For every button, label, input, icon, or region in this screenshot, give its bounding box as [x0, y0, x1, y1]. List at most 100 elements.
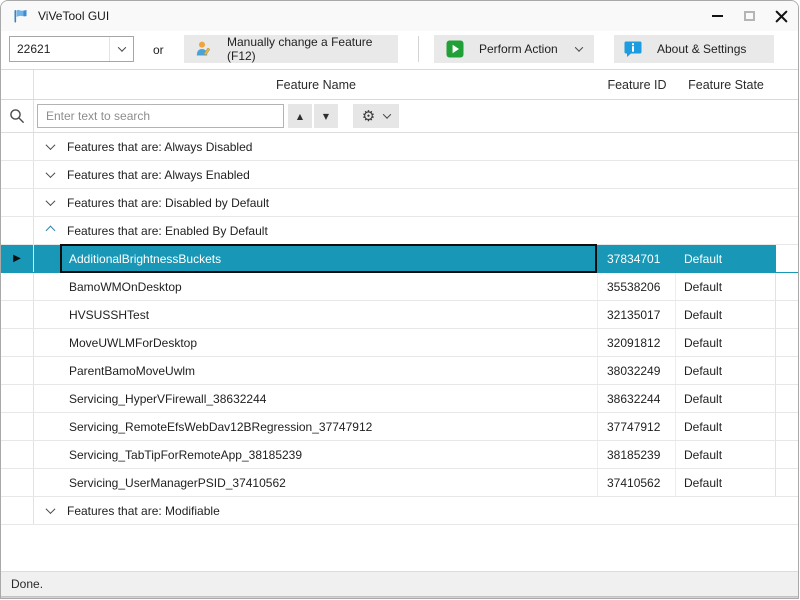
maximize-button[interactable] — [738, 4, 760, 28]
row-header-cell[interactable] — [1, 441, 34, 468]
window-controls — [706, 1, 792, 31]
feature-name-cell: BamoWMOnDesktop — [34, 273, 598, 300]
app-flag-icon — [14, 10, 27, 23]
chevron-up-icon[interactable] — [45, 225, 56, 236]
feature-id-cell: 35538206 — [598, 273, 676, 300]
feature-row[interactable]: Servicing_RemoteEfsWebDav12BRegression_3… — [1, 413, 798, 441]
search-options-button[interactable]: ⚙ — [353, 104, 399, 128]
group-label: Features that are: Always Disabled — [67, 139, 253, 154]
window-title: ViVeTool GUI — [38, 9, 110, 23]
feature-name-cell: MoveUWLMForDesktop — [34, 329, 598, 356]
minimize-button[interactable] — [706, 4, 728, 28]
perform-action-label: Perform Action — [479, 42, 558, 56]
search-icon — [10, 109, 24, 123]
header-filler — [776, 70, 798, 99]
feature-state-cell: Default — [676, 273, 776, 300]
grid-empty-area — [1, 525, 798, 572]
chevron-down-icon[interactable] — [45, 504, 56, 515]
row-filler — [776, 329, 798, 356]
column-header-feature-id[interactable]: Feature ID — [598, 70, 676, 99]
current-row-arrow-icon: ▶ — [13, 252, 21, 264]
row-header-cell[interactable] — [1, 273, 34, 300]
search-previous-button[interactable]: ▲ — [288, 104, 312, 128]
search-input[interactable] — [37, 104, 284, 128]
feature-id-cell: 32135017 — [598, 301, 676, 328]
feature-name-cell: AdditionalBrightnessBuckets — [34, 244, 598, 273]
feature-row[interactable]: ParentBamoMoveUwlm 38032249 Default — [1, 357, 798, 385]
close-button[interactable] — [770, 4, 792, 28]
play-icon — [446, 40, 464, 58]
feature-name-cell: Servicing_UserManagerPSID_37410562 — [34, 469, 598, 496]
search-next-button[interactable]: ▼ — [314, 104, 338, 128]
row-header-cell[interactable] — [1, 301, 34, 328]
row-header-cell[interactable] — [1, 357, 34, 384]
manual-button-label: Manually change a Feature (F12) — [227, 35, 373, 63]
about-settings-button[interactable]: About & Settings — [614, 35, 774, 63]
row-header-cell[interactable] — [1, 469, 34, 496]
row-header-cell[interactable]: ▶ — [1, 245, 34, 272]
feature-name-cell: Servicing_HyperVFirewall_38632244 — [34, 385, 598, 412]
feature-row[interactable]: Servicing_TabTipForRemoteApp_38185239 38… — [1, 441, 798, 469]
feature-row[interactable]: Servicing_HyperVFirewall_38632244 386322… — [1, 385, 798, 413]
chevron-down-icon[interactable] — [45, 168, 56, 179]
feature-id-cell: 38032249 — [598, 357, 676, 384]
feature-name-cell: Servicing_TabTipForRemoteApp_38185239 — [34, 441, 598, 468]
feature-row[interactable]: Servicing_UserManagerPSID_37410562 37410… — [1, 469, 798, 497]
row-filler — [776, 357, 798, 384]
group-row-always-enabled[interactable]: Features that are: Always Enabled — [1, 161, 798, 189]
row-header-cell[interactable] — [1, 189, 34, 216]
status-text: Done. — [11, 577, 44, 591]
feature-row-selected[interactable]: ▶ AdditionalBrightnessBuckets 37834701 D… — [1, 244, 798, 273]
vivetool-window: ViVeTool GUI 22621 or Manually change a … — [0, 0, 799, 599]
close-icon — [775, 10, 787, 22]
group-row-modifiable[interactable]: Features that are: Modifiable — [1, 497, 798, 525]
feature-id-cell: 32091812 — [598, 329, 676, 356]
group-label: Features that are: Always Enabled — [67, 167, 250, 182]
toolbar-separator — [418, 36, 419, 62]
maximize-icon — [743, 11, 755, 21]
row-header-cell[interactable] — [1, 217, 34, 244]
search-icon-cell — [1, 100, 34, 132]
info-icon — [624, 41, 642, 57]
row-filler — [776, 301, 798, 328]
column-header-feature-name[interactable]: Feature Name — [34, 70, 598, 99]
feature-name-cell: Servicing_RemoteEfsWebDav12BRegression_3… — [34, 413, 598, 440]
window-bottom-edge — [1, 596, 798, 598]
chevron-down-icon[interactable] — [574, 43, 584, 52]
group-row-always-disabled[interactable]: Features that are: Always Disabled — [1, 133, 798, 161]
manually-change-feature-button[interactable]: Manually change a Feature (F12) — [184, 35, 398, 63]
feature-name-cell: HVSUSSHTest — [34, 301, 598, 328]
group-row-disabled-by-default[interactable]: Features that are: Disabled by Default — [1, 189, 798, 217]
status-bar: Done. — [1, 571, 798, 596]
row-header-cell[interactable] — [1, 385, 34, 412]
row-header-cell[interactable] — [1, 329, 34, 356]
search-row-body: ▲ ▼ ⚙ — [34, 100, 798, 132]
triangle-down-icon: ▼ — [322, 111, 330, 121]
group-label: Features that are: Modifiable — [67, 503, 220, 518]
chevron-down-icon[interactable] — [45, 196, 56, 207]
feature-state-cell: Default — [676, 413, 776, 440]
feature-state-cell: Default — [676, 441, 776, 468]
row-header-cell[interactable] — [1, 497, 34, 524]
feature-state-cell: Default — [676, 245, 776, 272]
perform-action-button[interactable]: Perform Action — [434, 35, 594, 63]
feature-row[interactable]: MoveUWLMForDesktop 32091812 Default — [1, 329, 798, 357]
row-header-cell[interactable] — [1, 133, 34, 160]
combo-dropdown-button[interactable] — [109, 37, 133, 61]
column-header-feature-state[interactable]: Feature State — [676, 70, 776, 99]
feature-row[interactable]: HVSUSSHTest 32135017 Default — [1, 301, 798, 329]
row-filler — [776, 469, 798, 496]
group-row-enabled-by-default[interactable]: Features that are: Enabled By Default — [1, 217, 798, 245]
row-header-cell[interactable] — [1, 413, 34, 440]
triangle-up-icon: ▲ — [296, 111, 304, 121]
feature-id-cell: 37747912 — [598, 413, 676, 440]
chevron-down-icon[interactable] — [45, 140, 56, 151]
gear-icon: ⚙ — [361, 106, 376, 125]
row-filler — [776, 413, 798, 440]
feature-state-cell: Default — [676, 385, 776, 412]
feature-id-cell: 37834701 — [607, 251, 661, 266]
feature-row[interactable]: BamoWMOnDesktop 35538206 Default — [1, 273, 798, 301]
grid-header-row: Feature Name Feature ID Feature State — [1, 70, 798, 100]
row-header-cell[interactable] — [1, 161, 34, 188]
build-number-combobox[interactable]: 22621 — [9, 36, 134, 62]
